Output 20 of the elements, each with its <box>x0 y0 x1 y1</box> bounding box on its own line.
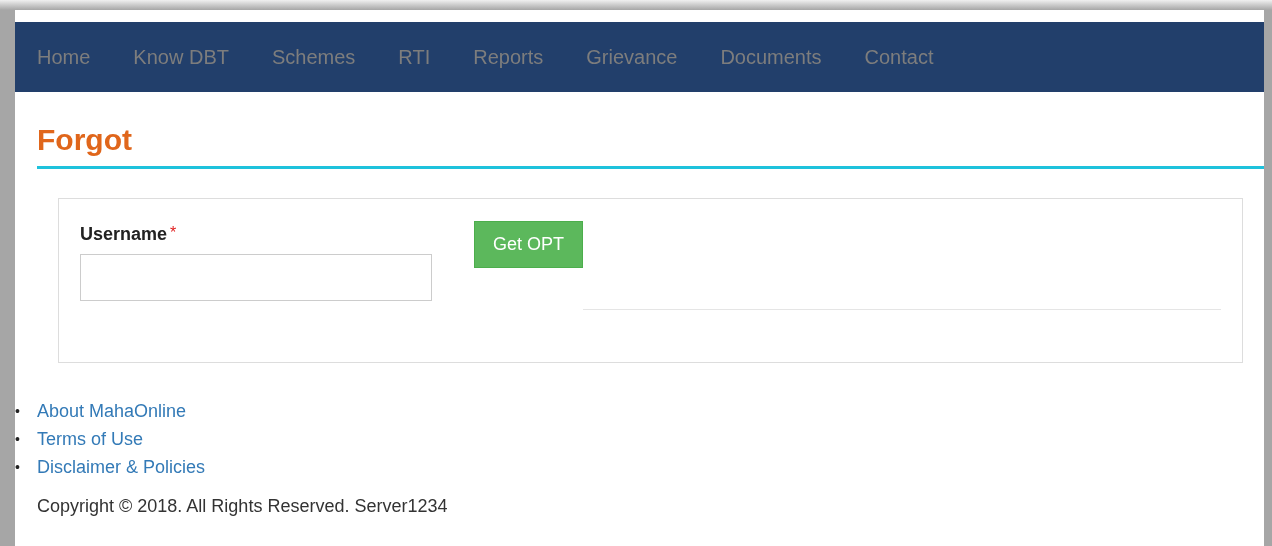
nav-link[interactable]: Home <box>37 42 91 72</box>
username-field[interactable] <box>80 254 432 301</box>
bullet: • <box>15 401 21 421</box>
nav-link[interactable]: Schemes <box>271 42 356 72</box>
footer-link[interactable]: About MahaOnline <box>37 397 187 425</box>
nav-link[interactable]: Reports <box>473 42 544 72</box>
nav-link[interactable]: Contact <box>864 42 934 72</box>
page-title: Forgot <box>37 122 133 158</box>
footer-link[interactable]: Terms of Use <box>37 425 144 453</box>
required-mark: * <box>170 224 177 241</box>
get-otp-button[interactable]: Get OPT <box>474 221 583 268</box>
nav-link[interactable]: Know DBT <box>133 42 229 72</box>
nav-link[interactable]: Grievance <box>586 42 678 72</box>
footer-link[interactable]: Disclaimer & Policies <box>37 453 206 481</box>
bullet: • <box>15 429 21 449</box>
nav-link[interactable]: RTI <box>398 42 431 72</box>
nav-link[interactable]: Documents <box>720 42 822 72</box>
copyright-text: Copyright © 2018. All Rights Reserved. Server1234 <box>37 495 449 518</box>
bullet: • <box>15 457 21 477</box>
field-label: Username <box>80 224 168 244</box>
